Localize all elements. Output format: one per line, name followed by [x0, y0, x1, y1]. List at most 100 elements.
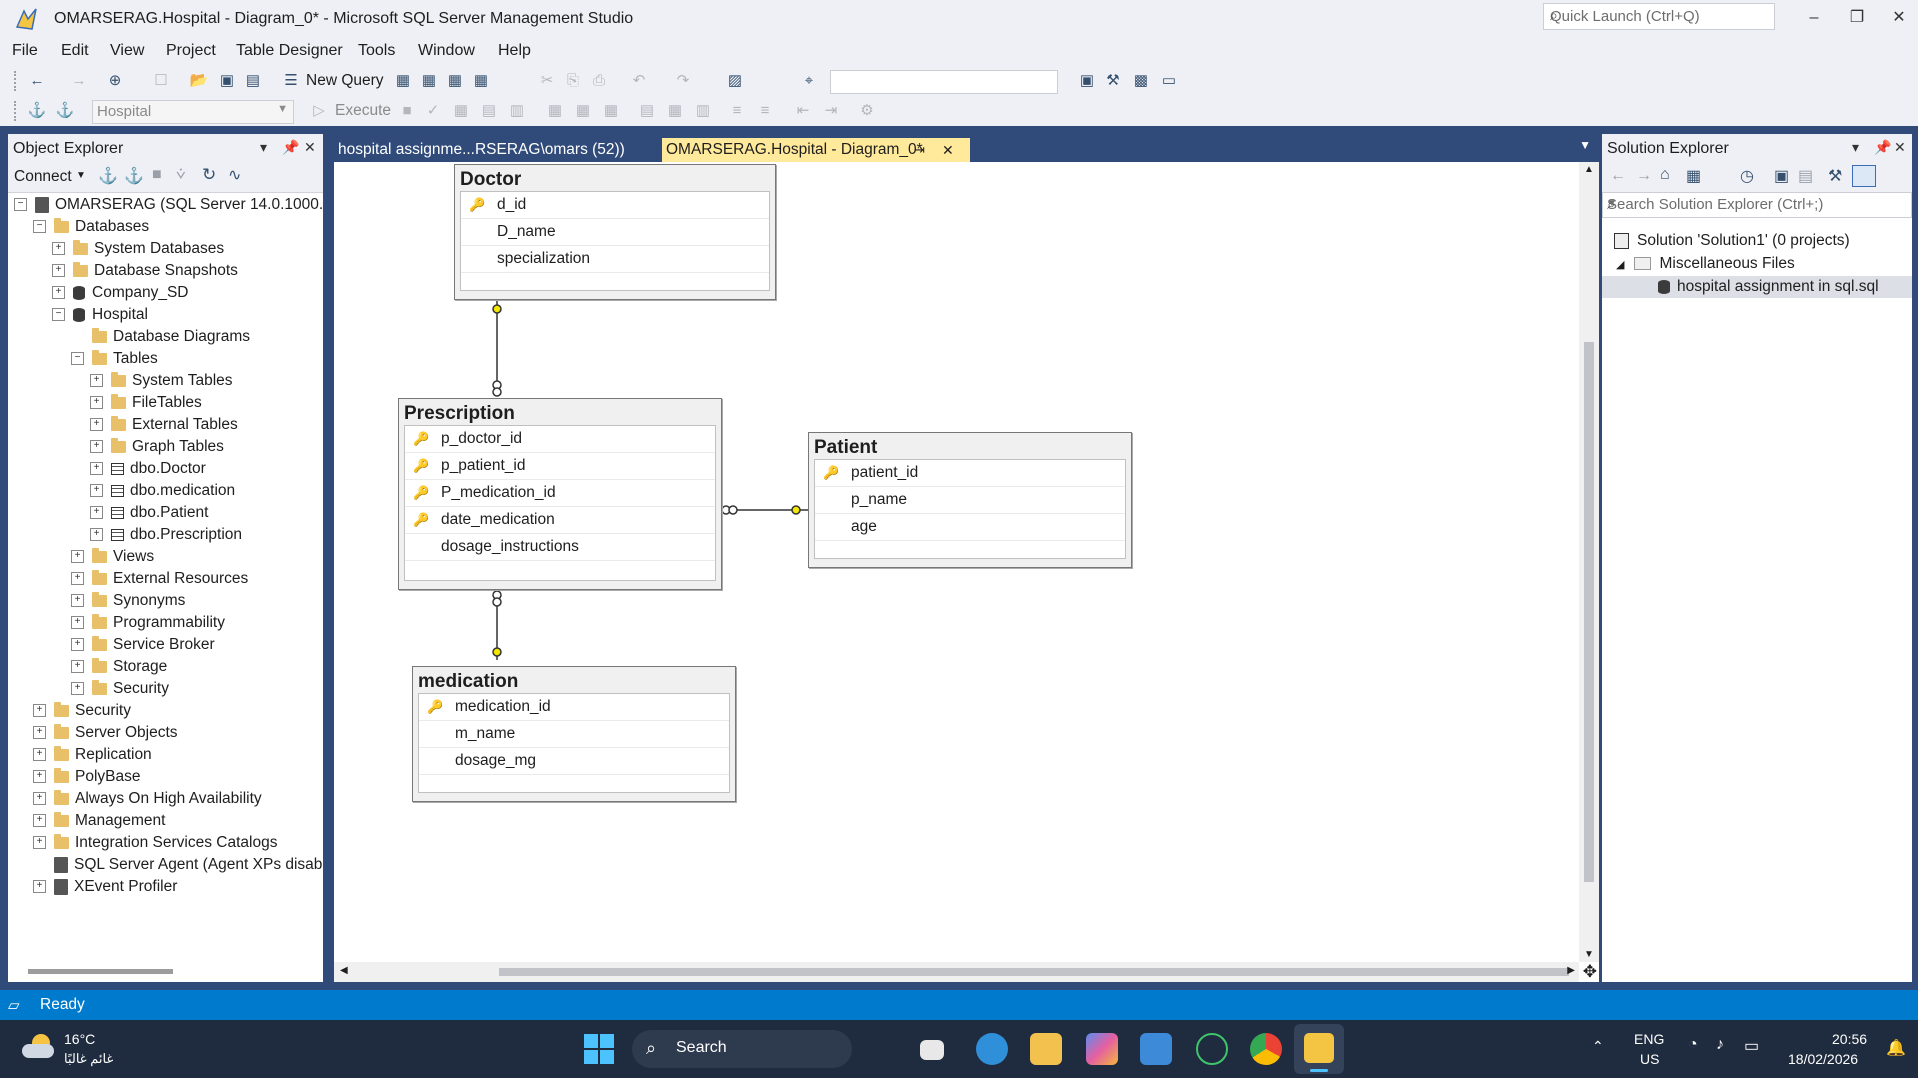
disconnect-object-icon[interactable]: ⚓ [124, 166, 144, 186]
tree-node[interactable]: + Security [33, 700, 131, 722]
weather-description[interactable]: غائم غالبًا [64, 1051, 113, 1067]
forward-icon[interactable]: → [68, 70, 90, 92]
tree-node[interactable]: Database Diagrams [71, 326, 250, 348]
toolbar-grip[interactable] [14, 101, 19, 121]
column-row[interactable]: 🔑 patient_id [815, 460, 1125, 487]
tree-node[interactable]: + PolyBase [33, 766, 140, 788]
file-explorer-icon[interactable] [1030, 1033, 1062, 1065]
preview-icon[interactable] [1852, 165, 1876, 187]
volume-icon[interactable]: ♪ [1716, 1036, 1724, 1054]
intellisense-icon[interactable]: ▥ [506, 100, 528, 122]
activity-icon[interactable]: ∿ [228, 165, 241, 185]
uncomment-icon[interactable]: ≡ [754, 100, 776, 122]
column-row[interactable]: specialization [461, 246, 769, 273]
collapse-icon[interactable]: − [33, 220, 46, 234]
new-project-icon[interactable]: ⊕ [104, 70, 126, 92]
decrease-indent-icon[interactable]: ⇤ [792, 100, 814, 122]
results-grid-icon[interactable]: ▦ [664, 100, 686, 122]
expand-icon[interactable]: + [52, 286, 65, 300]
expand-icon[interactable]: + [33, 836, 46, 850]
add-item-icon[interactable]: ☐ [150, 70, 172, 92]
close-window-button[interactable]: ✕ [1880, 4, 1918, 32]
tree-node[interactable]: + System Databases [52, 238, 224, 260]
stop-icon[interactable]: ■ [152, 166, 162, 184]
disconnect-icon[interactable]: ⚓ [54, 100, 76, 122]
upwork-icon[interactable] [1196, 1033, 1228, 1065]
scrollbar-thumb[interactable] [28, 969, 173, 974]
open-file-icon[interactable]: 📂 [188, 70, 210, 92]
show-all-files-icon[interactable]: ▤ [1798, 166, 1813, 186]
switch-views-icon[interactable]: ▦ [1686, 166, 1701, 186]
chevron-down-icon[interactable]: ▾ [260, 139, 267, 156]
column-row[interactable]: age [815, 514, 1125, 541]
activity-monitor-icon[interactable]: ▨ [724, 70, 746, 92]
tree-node[interactable]: + dbo.Patient [90, 502, 208, 524]
increase-indent-icon[interactable]: ⇥ [820, 100, 842, 122]
notification-bell-icon[interactable]: 🔔 [1886, 1038, 1906, 1058]
scrollbar-thumb[interactable] [1584, 342, 1594, 882]
wifi-icon[interactable]: ◔ [1688, 1036, 1698, 1054]
table-prescription[interactable]: Prescription 🔑 p_doctor_id 🔑 p_patient_id … [398, 398, 722, 590]
taskbar-search-box[interactable]: ⌕ Search [632, 1030, 852, 1068]
expand-icon[interactable]: + [33, 704, 46, 718]
find-icon[interactable]: ⌖ [798, 70, 820, 92]
copilot-icon[interactable] [1086, 1033, 1118, 1065]
column-row[interactable]: p_name [815, 487, 1125, 514]
edge-browser-icon[interactable] [976, 1033, 1008, 1065]
new-query-icon[interactable]: ☰ [280, 70, 302, 92]
pin-icon[interactable]: 📌 [1874, 139, 1891, 156]
menu-table-designer[interactable]: Table Designer [236, 42, 343, 60]
results-file-icon[interactable]: ▥ [692, 100, 714, 122]
column-row[interactable]: 🔑 p_doctor_id [405, 426, 715, 453]
scroll-left-icon[interactable]: ◀ [340, 965, 348, 976]
home-icon[interactable]: ⌂ [1660, 166, 1670, 184]
expand-icon[interactable]: + [90, 528, 103, 542]
redo-icon[interactable]: ↷ [672, 70, 694, 92]
minimize-button[interactable]: – [1795, 4, 1833, 32]
paste-icon[interactable]: ⎙ [588, 70, 610, 92]
results-text-icon[interactable]: ▤ [636, 100, 658, 122]
tab-diagram[interactable]: OMARSERAG.Hospital - Diagram_0* ⇥ ✕ [662, 138, 970, 162]
chevron-down-icon[interactable]: ▼ [1607, 198, 1905, 209]
collapse-icon[interactable]: − [52, 308, 65, 322]
comment-icon[interactable]: ≡ [726, 100, 748, 122]
diagram-canvas[interactable]: Doctor 🔑 d_id D_name specialization Presc… [334, 162, 1599, 982]
live-stats-icon[interactable]: ▦ [572, 100, 594, 122]
save-all-icon[interactable]: ▤ [242, 70, 264, 92]
forward-icon[interactable]: → [1636, 167, 1652, 185]
tree-node[interactable]: − Tables [71, 348, 158, 370]
expand-icon[interactable]: + [71, 682, 84, 696]
clock-time[interactable]: 20:56 [1832, 1031, 1867, 1047]
tree-node[interactable]: + XEvent Profiler [33, 876, 177, 898]
solution-explorer-icon[interactable]: ▣ [1076, 70, 1098, 92]
expand-icon[interactable]: + [33, 880, 46, 894]
scrollbar-thumb[interactable] [499, 968, 1569, 976]
windows-start-icon[interactable] [584, 1034, 614, 1064]
ssms-taskbar-button[interactable] [1294, 1024, 1344, 1074]
execute-button[interactable]: Execute [335, 102, 391, 120]
database-select[interactable]: Hospital ▼ [92, 100, 294, 124]
tree-node[interactable]: + Management [33, 810, 165, 832]
expanded-arrow-icon[interactable]: ◢ [1616, 259, 1624, 271]
tree-node[interactable]: + Integration Services Catalogs [33, 832, 277, 854]
cut-icon[interactable]: ✂ [536, 70, 558, 92]
close-tab-icon[interactable]: ✕ [942, 138, 954, 162]
expand-icon[interactable]: + [33, 770, 46, 784]
specify-values-icon[interactable]: ⚙ [856, 100, 878, 122]
properties-icon[interactable]: ⚒ [1102, 70, 1124, 92]
horizontal-scrollbar[interactable]: ◀ ▶ [334, 962, 1579, 982]
include-plan-icon[interactable]: ▦ [544, 100, 566, 122]
stop-icon[interactable]: ■ [396, 100, 418, 122]
new-query-button[interactable]: New Query [306, 72, 384, 90]
toolbar-grip[interactable] [14, 71, 19, 91]
table-patient[interactable]: Patient 🔑 patient_id p_name age [808, 432, 1132, 568]
scroll-down-icon[interactable]: ▼ [1584, 949, 1594, 960]
tree-node[interactable]: + Service Broker [71, 634, 215, 656]
tree-node[interactable]: + FileTables [90, 392, 202, 414]
expand-icon[interactable]: + [52, 264, 65, 278]
collapse-icon[interactable]: − [71, 352, 84, 366]
save-icon[interactable]: ▣ [216, 70, 238, 92]
tree-node[interactable]: + Security [71, 678, 169, 700]
solution-node[interactable]: Solution 'Solution1' (0 projects) [1614, 230, 1850, 252]
back-icon[interactable]: ← [1610, 167, 1626, 185]
